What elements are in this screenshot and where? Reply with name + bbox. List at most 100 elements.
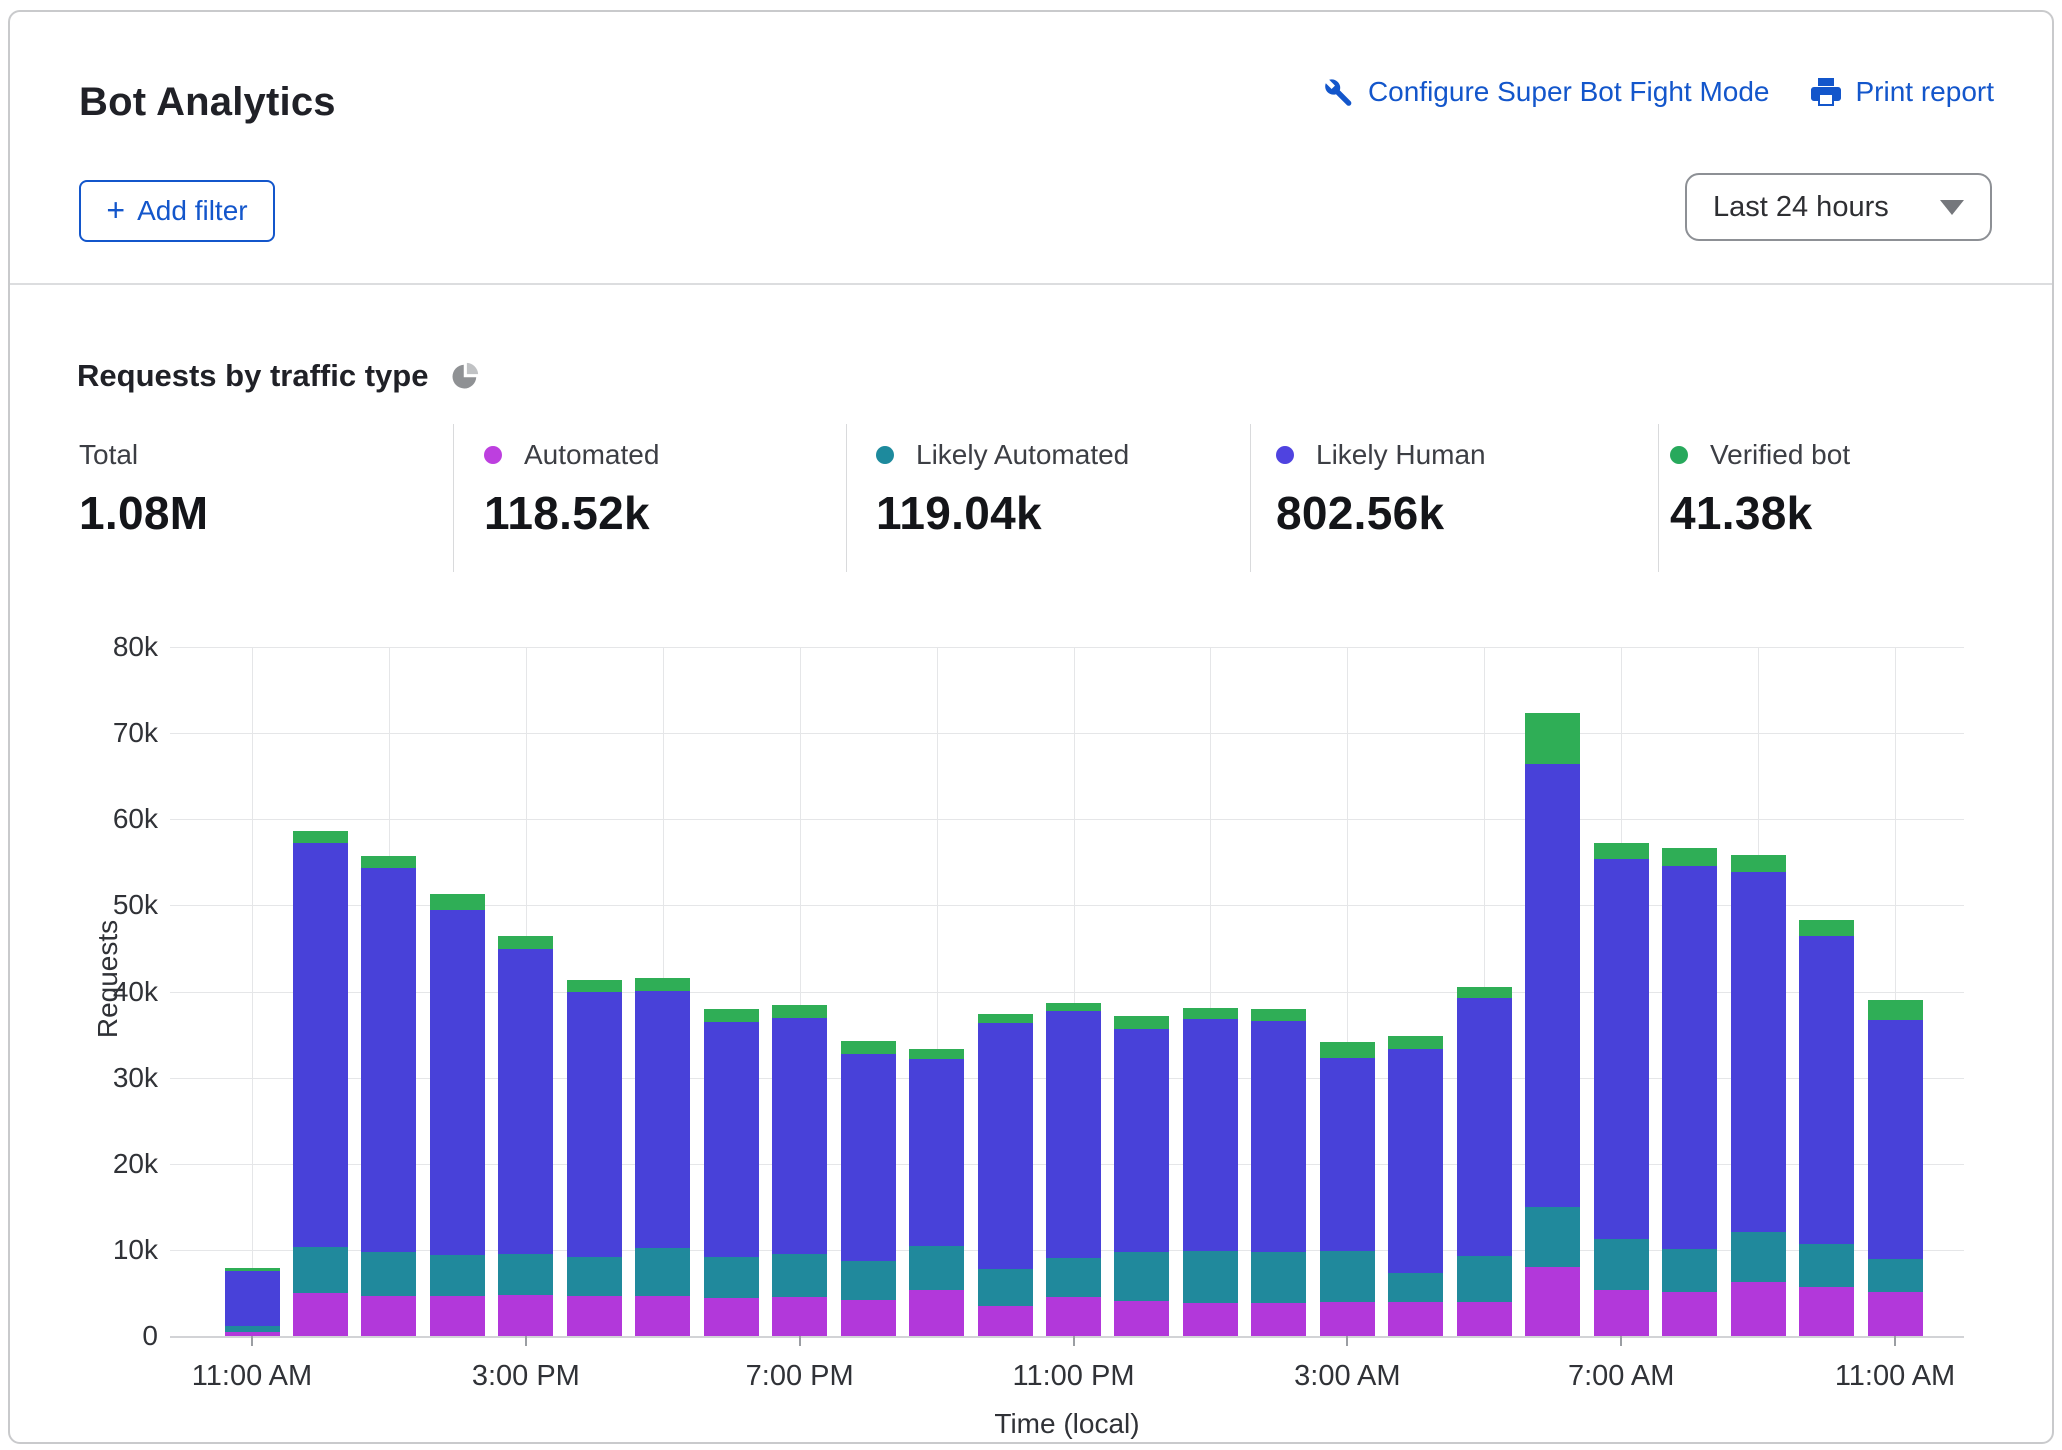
- bar-segment-likely-human: [1251, 1020, 1307, 1252]
- bar-segment-automated: [909, 1290, 965, 1336]
- bar-segment-likely-human: [498, 949, 554, 1255]
- stat-total: Total 1.08M: [79, 436, 208, 540]
- print-report-link[interactable]: Print report: [1810, 76, 1995, 108]
- bar-segment-automated: [1730, 1281, 1786, 1336]
- y-axis-tick-label: 80k: [112, 631, 158, 662]
- stat-label-verified-bot: Verified bot: [1710, 439, 1851, 470]
- x-axis-tick-label: 3:00 PM: [471, 1360, 580, 1392]
- bar-segment-likely-automated: [292, 1247, 348, 1293]
- x-axis-tick: [1072, 1336, 1075, 1346]
- wrench-icon: [1325, 79, 1352, 106]
- bar-segment-likely-automated: [1319, 1250, 1375, 1303]
- section-title: Requests by traffic type: [77, 358, 429, 393]
- bar-segment-verified-bot: [1593, 842, 1649, 859]
- bar-segment-likely-human: [909, 1058, 965, 1246]
- add-filter-button[interactable]: + Add filter: [79, 180, 275, 242]
- bar-segment-automated: [1046, 1297, 1102, 1336]
- stat-value-likely-automated: 119.04k: [876, 487, 1042, 539]
- print-link-label: Print report: [1855, 76, 1995, 107]
- stat-divider: [1250, 424, 1251, 572]
- bar-segment-likely-automated: [840, 1261, 896, 1300]
- y-axis-tick-label: 20k: [112, 1147, 158, 1179]
- configure-link-label: Configure Super Bot Fight Mode: [1367, 76, 1770, 107]
- bar-segment-likely-automated: [1525, 1206, 1581, 1268]
- x-axis-tick: [1894, 1336, 1897, 1346]
- bar-segment-automated: [1251, 1303, 1307, 1336]
- gridline-h: [170, 647, 1964, 648]
- gridline-h: [170, 1336, 1964, 1338]
- bar-segment-likely-automated: [635, 1248, 691, 1296]
- bar-segment-likely-automated: [977, 1268, 1033, 1306]
- bar-segment-automated: [1182, 1303, 1238, 1336]
- bar-segment-automated: [1456, 1301, 1512, 1336]
- bar-segment-likely-human: [1182, 1019, 1238, 1251]
- x-axis-tick-label: 7:00 AM: [1567, 1360, 1675, 1392]
- y-axis-tick-label: 70k: [112, 717, 158, 749]
- bar-segment-automated: [566, 1296, 622, 1336]
- stat-label-likely-automated: Likely Automated: [916, 439, 1130, 470]
- bar-segment-verified-bot: [1662, 847, 1718, 866]
- bar-segment-verified-bot: [1046, 1002, 1102, 1012]
- bar-segment-likely-human: [1867, 1019, 1923, 1260]
- configure-super-bot-fight-mode-link[interactable]: Configure Super Bot Fight Mode: [1322, 76, 1770, 108]
- bar-segment-automated: [1593, 1289, 1649, 1336]
- stat-divider: [1658, 424, 1659, 572]
- bar-segment-likely-automated: [429, 1255, 485, 1297]
- bar-segment-likely-human: [635, 990, 691, 1249]
- x-axis-tick: [524, 1336, 527, 1346]
- bar-segment-automated: [703, 1298, 759, 1336]
- bar-segment-verified-bot: [1867, 1000, 1923, 1020]
- bar-segment-likely-human: [1319, 1057, 1375, 1251]
- bar-segment-verified-bot: [498, 936, 554, 950]
- bar-segment-likely-human: [1799, 936, 1855, 1244]
- bar-segment-verified-bot: [429, 894, 485, 910]
- bar-segment-likely-human: [703, 1021, 759, 1257]
- bar-segment-likely-human: [840, 1053, 896, 1262]
- stat-value-automated: 118.52k: [484, 487, 650, 539]
- gridline-v: [252, 647, 253, 1336]
- bar-segment-likely-automated: [1593, 1238, 1649, 1290]
- gridline-h: [170, 733, 1964, 735]
- y-axis-title: Requests: [92, 919, 123, 1039]
- bar-segment-likely-human: [429, 909, 485, 1256]
- bar-segment-automated: [429, 1296, 485, 1336]
- stat-value-verified-bot: 41.38k: [1670, 487, 1813, 539]
- stat-divider: [453, 424, 454, 572]
- bar-segment-verified-bot: [224, 1267, 280, 1271]
- bar-segment-likely-automated: [566, 1256, 622, 1297]
- x-axis-tick: [798, 1336, 801, 1346]
- bar-segment-verified-bot: [292, 831, 348, 843]
- bar-segment-verified-bot: [566, 980, 622, 992]
- bar-segment-automated: [1525, 1267, 1581, 1336]
- bar-segment-automated: [772, 1297, 828, 1336]
- bar-segment-automated: [1388, 1302, 1444, 1336]
- x-axis-tick-label: 3:00 AM: [1294, 1360, 1401, 1392]
- bar-segment-verified-bot: [361, 856, 417, 869]
- x-axis-tick-label: 11:00 AM: [1834, 1360, 1956, 1392]
- stat-label-likely-human: Likely Human: [1316, 439, 1486, 470]
- bar-segment-likely-automated: [1046, 1257, 1102, 1298]
- stat-divider: [846, 424, 847, 572]
- bar-segment-likely-human: [1046, 1011, 1102, 1258]
- stat-likely-human: Likely Human 802.56k: [1276, 436, 1486, 540]
- bar-segment-verified-bot: [1730, 854, 1786, 872]
- bar-segment-verified-bot: [1456, 987, 1512, 998]
- bar-segment-likely-human: [1388, 1049, 1444, 1274]
- stat-likely-automated: Likely Automated 119.04k: [876, 436, 1129, 540]
- gridline-h: [170, 819, 1964, 821]
- time-range-select[interactable]: Last 24 hours: [1685, 173, 1992, 241]
- bar-segment-likely-human: [1730, 871, 1786, 1232]
- bar-segment-verified-bot: [1388, 1036, 1444, 1050]
- y-axis-tick-label: 0: [142, 1320, 158, 1351]
- x-axis-tick-label: 11:00 PM: [1012, 1360, 1135, 1392]
- bar-segment-likely-automated: [498, 1254, 554, 1295]
- bar-segment-automated: [292, 1292, 348, 1336]
- bar-segment-likely-automated: [361, 1252, 417, 1297]
- x-axis-tick: [1620, 1336, 1623, 1346]
- bar-segment-verified-bot: [909, 1049, 965, 1059]
- bar-segment-likely-automated: [1867, 1259, 1923, 1293]
- bar-segment-likely-human: [292, 842, 348, 1248]
- bot-analytics-card: Bot Analytics Configure Super Bot Fight …: [8, 10, 2054, 1444]
- stat-label-total: Total: [79, 439, 139, 470]
- x-axis-tick-label: 11:00 AM: [191, 1360, 313, 1392]
